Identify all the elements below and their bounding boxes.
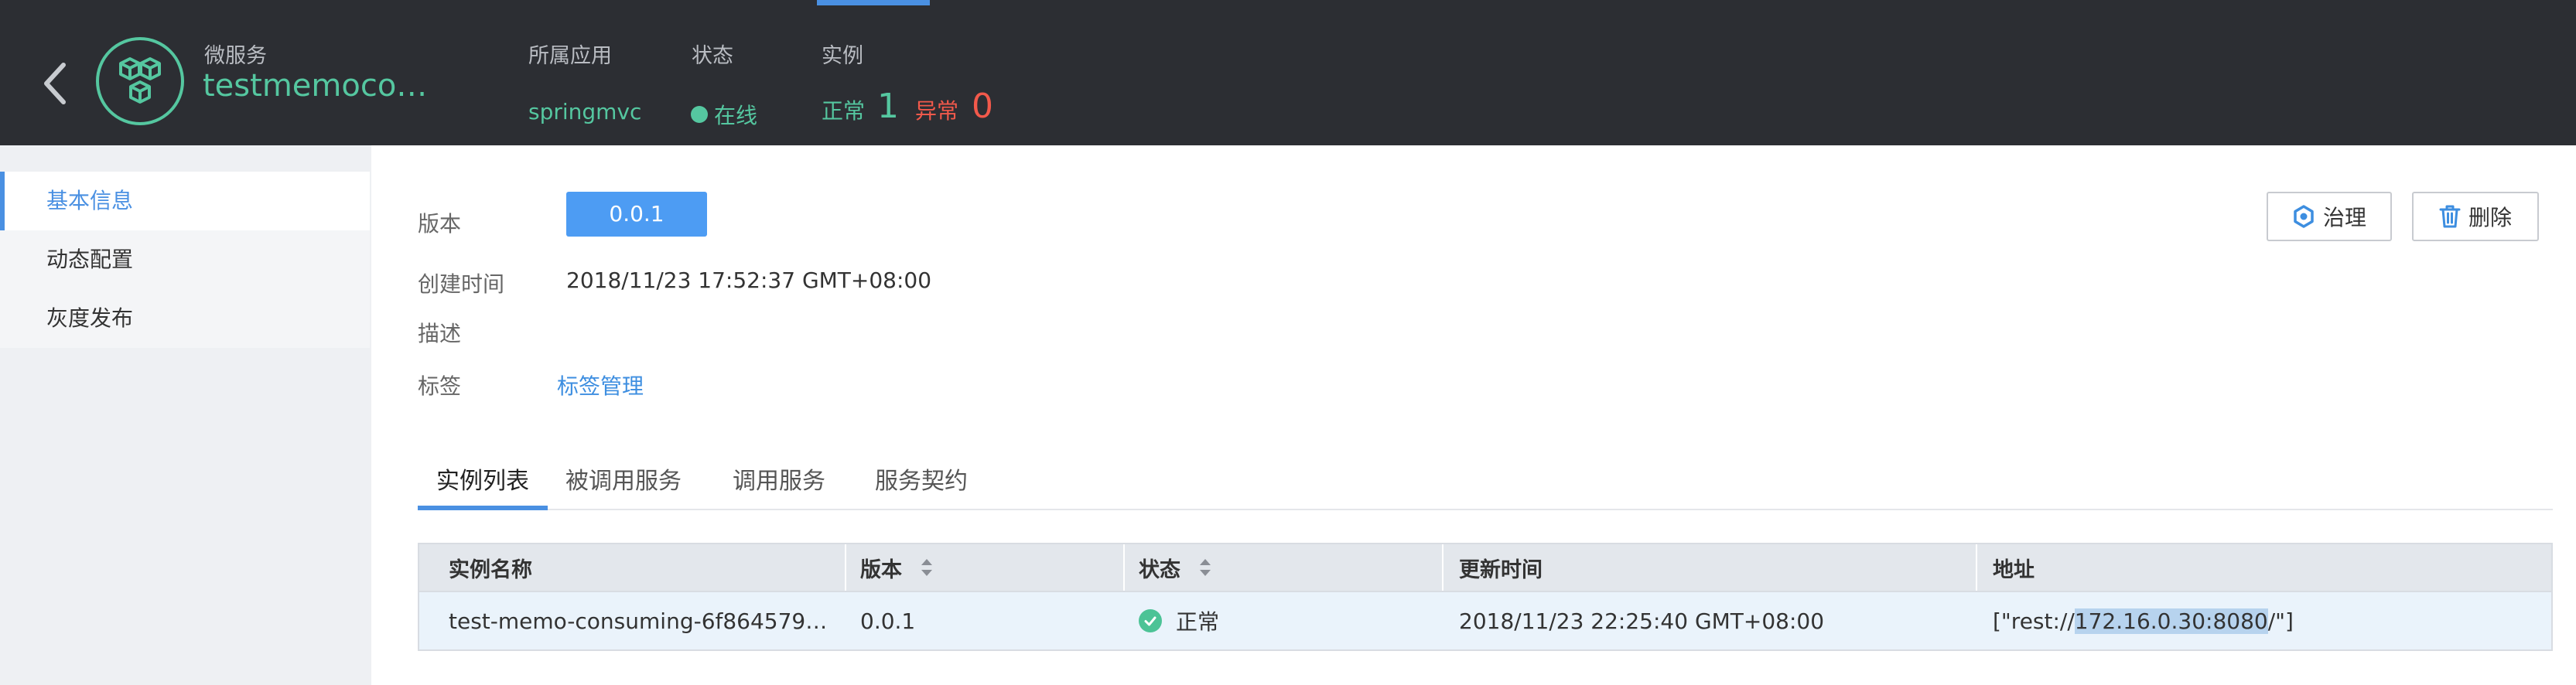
header-active-indicator <box>817 0 930 5</box>
online-dot-icon <box>691 106 708 123</box>
tag-label: 标签 <box>418 373 462 399</box>
sidebar-item-label: 基本信息 <box>46 188 134 213</box>
govern-button[interactable]: 治理 <box>2267 192 2392 241</box>
instance-address-cell: ["rest://172.16.0.30:8080/"] <box>1993 592 2294 649</box>
instance-version-cell: 0.0.1 <box>860 608 916 634</box>
tag-management-link[interactable]: 标签管理 <box>557 370 644 400</box>
description-label: 描述 <box>418 321 462 346</box>
app-label: 所属应用 <box>528 44 612 68</box>
delete-button[interactable]: 删除 <box>2412 192 2539 241</box>
normal-instance-label: 正常 <box>822 98 866 124</box>
column-header-name: 实例名称 <box>449 557 532 582</box>
instance-status-cell: 正常 <box>1139 592 1219 649</box>
table-header-row: 实例名称 版本 状态 更新时间 地址 <box>418 543 2553 592</box>
column-header-version-label: 版本 <box>860 557 902 582</box>
gear-icon <box>2294 205 2314 228</box>
column-header-version[interactable]: 版本 <box>860 544 933 591</box>
sidebar-item-label: 灰度发布 <box>46 305 134 331</box>
table-row[interactable]: test-memo-consuming-6f864579b4-... 0.0.1… <box>418 592 2553 651</box>
sidebar-item-basic-info[interactable]: 基本信息 <box>0 172 370 230</box>
address-prefix: ["rest:// <box>1993 608 2075 634</box>
service-kind-label: 微服务 <box>204 44 267 68</box>
instance-status-text: 正常 <box>1176 609 1220 635</box>
sidebar-item-label: 动态配置 <box>46 247 134 272</box>
chevron-left-icon <box>44 63 66 104</box>
version-button[interactable]: 0.0.1 <box>566 192 707 237</box>
tab-calling-services[interactable]: 调用服务 <box>729 462 829 509</box>
sidebar-item-dynamic-config[interactable]: 动态配置 <box>0 230 370 289</box>
cubes-icon <box>119 57 161 104</box>
column-header-status-label: 状态 <box>1139 557 1180 582</box>
abnormal-instance-count: 0 <box>972 87 993 126</box>
main-content: 版本 0.0.1 创建时间 2018/11/23 17:52:37 GMT+08… <box>371 145 2576 685</box>
tab-service-contract[interactable]: 服务契约 <box>871 462 972 509</box>
normal-instance-count: 1 <box>877 87 899 126</box>
sort-icon <box>1200 559 1211 576</box>
address-host-selected[interactable]: 172.16.0.30:8080 <box>2074 608 2268 634</box>
instance-table: 实例名称 版本 状态 更新时间 地址 test-memo-consuming-6… <box>418 543 2553 651</box>
created-time-value: 2018/11/23 17:52:37 GMT+08:00 <box>566 268 932 293</box>
status-value: 在线 <box>691 99 757 130</box>
microservice-logo <box>96 37 184 125</box>
column-header-updated: 更新时间 <box>1459 557 1543 582</box>
tab-called-by-services[interactable]: 被调用服务 <box>562 462 685 509</box>
column-header-status[interactable]: 状态 <box>1139 544 1211 591</box>
status-text: 在线 <box>714 103 758 128</box>
status-label: 状态 <box>692 44 733 68</box>
sidebar-item-gray-release[interactable]: 灰度发布 <box>0 289 370 348</box>
address-suffix: /"] <box>2267 608 2294 634</box>
instance-name-cell: test-memo-consuming-6f864579b4-... <box>449 592 835 649</box>
delete-button-label: 删除 <box>2468 205 2512 230</box>
sort-icon <box>921 559 932 576</box>
service-name: testmemocon... <box>203 68 435 104</box>
instance-updated-cell: 2018/11/23 22:25:40 GMT+08:00 <box>1459 608 1825 634</box>
govern-button-label: 治理 <box>2322 205 2366 230</box>
check-circle-icon <box>1139 609 1162 632</box>
instance-label: 实例 <box>822 44 863 68</box>
trash-icon <box>2439 205 2461 228</box>
detail-tabs: 实例列表 被调用服务 调用服务 服务契约 <box>418 462 2553 510</box>
back-button[interactable] <box>40 60 71 107</box>
instance-name: test-memo-consuming-6f864579b4-... <box>449 608 835 634</box>
created-time-label: 创建时间 <box>418 271 505 297</box>
app-value: springmvc <box>528 99 642 124</box>
tab-instance-list[interactable]: 实例列表 <box>418 462 548 510</box>
sidebar: 基本信息 动态配置 灰度发布 <box>0 145 370 685</box>
version-label: 版本 <box>418 211 462 237</box>
abnormal-instance-label: 异常 <box>915 98 959 124</box>
service-header: 微服务 testmemocon... 所属应用 springmvc 状态 在线 … <box>0 0 2576 145</box>
column-header-address: 地址 <box>1993 557 2034 582</box>
